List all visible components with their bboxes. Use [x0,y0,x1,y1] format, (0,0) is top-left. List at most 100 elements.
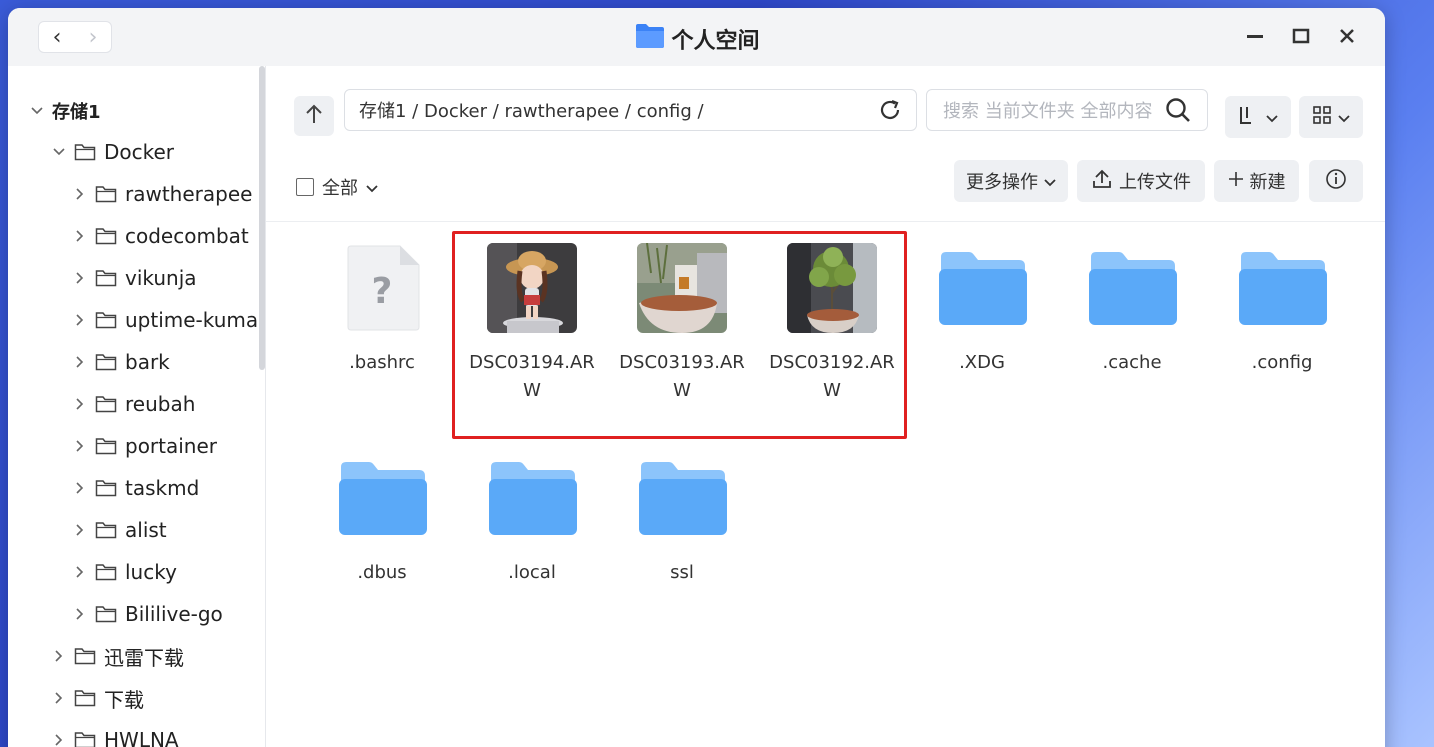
path-bar[interactable]: 存储1 / Docker / rawtherapee / config / [344,89,917,131]
main-panel: 存储1 / Docker / rawtherapee / config / 搜索… [266,66,1385,747]
arrow-up-icon [305,104,323,128]
tree-item-label: rawtherapee [125,182,253,206]
folder-tree-sidebar: 存储1 Docker rawtherapee codecombat vikunja upt… [8,66,266,747]
more-actions-button[interactable]: 更多操作 [954,160,1068,202]
info-button[interactable] [1309,160,1363,202]
tree-item-docker-child[interactable]: alist [71,514,167,546]
folder-item[interactable]: .dbus [312,453,452,587]
window-title: 个人空间 [633,22,760,56]
tree-item-docker-child[interactable]: portainer [71,430,217,462]
chevron-down-icon [1266,107,1278,128]
new-button[interactable]: 新建 [1214,160,1299,202]
back-button[interactable]: ‹ [39,22,75,52]
window-title-text: 个人空间 [671,29,760,54]
tree-item-label: taskmd [125,476,200,500]
chevron-right-icon[interactable] [71,566,89,578]
tree-item-label: bark [125,350,170,374]
search-input[interactable]: 搜索 当前文件夹 全部内容 [926,89,1208,131]
tree-item-docker-child[interactable]: reubah [71,388,195,420]
folder-icon [74,647,96,665]
file-name: .config [1251,352,1313,373]
select-all-control[interactable]: 全部 [296,174,378,200]
file-item[interactable]: DSC03192.ARW [762,243,902,405]
chevron-right-icon[interactable] [71,398,89,410]
parent-folder-button[interactable] [294,96,334,136]
tree-item-docker-child[interactable]: Bililive-go [71,598,223,630]
tree-item-label: 存储1 [52,102,101,123]
plus-icon [1228,171,1244,192]
forward-button[interactable]: › [75,22,111,52]
tree-item-docker-child[interactable]: lucky [71,556,177,588]
folder-item[interactable]: .cache [1062,243,1202,377]
chevron-right-icon[interactable] [71,188,89,200]
file-name: DSC03192.ARW [769,352,895,401]
search-icon[interactable] [1165,97,1191,123]
tree-item-docker-child[interactable]: vikunja [71,262,197,294]
chevron-right-icon[interactable] [50,734,68,746]
file-item[interactable]: DSC03194.ARW [462,243,602,405]
chevron-right-icon[interactable] [71,440,89,452]
folder-item[interactable]: .XDG [912,243,1052,377]
chevron-right-icon[interactable] [71,356,89,368]
tree-item-storage-child[interactable]: 迅雷下载 [50,640,184,672]
upload-file-button[interactable]: 上传文件 [1077,160,1205,202]
tree-item-label: reubah [125,392,196,416]
maximize-button[interactable] [1289,24,1313,48]
tree-item-label: lucky [125,560,177,584]
chevron-down-icon [366,177,378,198]
tree-item-docker-child[interactable]: codecombat [71,220,249,252]
folder-icon [74,731,96,747]
sidebar-scrollbar[interactable] [259,66,265,370]
file-name: ssl [670,562,694,583]
grid-icon [1312,105,1332,130]
tree-item-storage-child[interactable]: HWLNA [50,724,179,747]
folder-icon [95,395,117,413]
chevron-right-icon[interactable] [71,314,89,326]
refresh-icon[interactable] [878,98,902,122]
tree-item-label: alist [125,518,167,542]
tree-item-label: portainer [125,434,218,458]
folder-icon [95,269,117,287]
tree-item-storage1[interactable]: 存储1 [28,95,101,127]
folder-icon [74,689,96,707]
chevron-right-icon[interactable] [50,650,68,662]
tree-item-docker-child[interactable]: uptime-kuma [71,304,258,336]
path-text: 存储1 / Docker / rawtherapee / config / [359,101,704,122]
tree-item-docker-child[interactable]: taskmd [71,472,199,504]
folder-icon [95,311,117,329]
image-thumbnail [487,243,577,333]
chevron-down-icon[interactable] [50,148,68,156]
tree-item-label: Docker [104,140,175,164]
tree-item-docker[interactable]: Docker [50,136,174,168]
close-button[interactable] [1335,24,1359,48]
folder-icon [95,185,117,203]
file-item[interactable]: ? .bashrc [312,243,452,377]
folder-item[interactable]: ssl [612,453,752,587]
new-label: 新建 [1249,172,1286,193]
minimize-button[interactable] [1243,24,1267,48]
tree-item-docker-child[interactable]: rawtherapee [71,178,252,210]
folder-item[interactable]: .local [462,453,602,587]
chevron-right-icon[interactable] [71,524,89,536]
tree-item-label: 迅雷下载 [104,645,184,670]
tree-item-docker-child[interactable]: bark [71,346,170,378]
select-all-checkbox[interactable] [296,178,314,196]
chevron-down-icon[interactable] [28,107,46,115]
folder-icon [487,453,577,543]
tree-item-label: uptime-kuma [125,308,259,332]
chevron-right-icon[interactable] [71,608,89,620]
tree-item-label: 下载 [104,687,144,712]
folder-item[interactable]: .config [1212,243,1352,377]
tree-item-storage-child[interactable]: 下载 [50,682,144,714]
file-name: .XDG [959,352,1005,373]
chevron-right-icon[interactable] [71,230,89,242]
chevron-right-icon[interactable] [71,272,89,284]
chevron-right-icon[interactable] [50,692,68,704]
view-mode-button[interactable] [1299,96,1363,138]
chevron-right-icon[interactable] [71,482,89,494]
file-name: .bashrc [349,352,415,373]
file-item[interactable]: DSC03193.ARW [612,243,752,405]
tree-item-label: vikunja [125,266,197,290]
folder-icon [937,243,1027,333]
sort-button[interactable] [1225,96,1291,138]
